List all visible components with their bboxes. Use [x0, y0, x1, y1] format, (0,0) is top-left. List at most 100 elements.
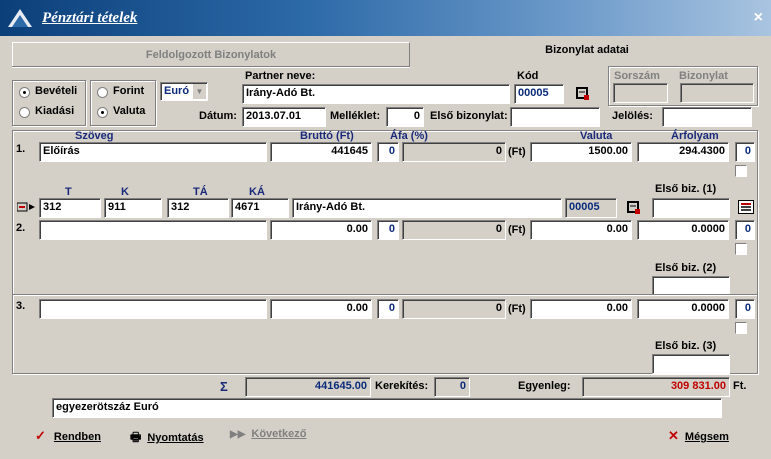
partner-code-input[interactable]: 00005 — [514, 84, 564, 104]
balance-currency: Ft. — [733, 380, 747, 392]
income-label: Bevételi — [35, 85, 78, 97]
row2-text-input[interactable] — [39, 220, 267, 240]
next-button-label: Következő — [251, 428, 307, 440]
rate-column-header: Árfolyam — [671, 130, 719, 142]
partner-name-input[interactable]: Irány-Adó Bt. — [242, 84, 510, 104]
tab-processed-label: Feldolgozott Bizonylatok — [145, 49, 277, 61]
close-button[interactable]: × — [754, 9, 763, 27]
row2-checkbox[interactable] — [735, 243, 747, 255]
amount-in-words: egyezerötszáz Euró — [52, 398, 722, 418]
income-radio[interactable] — [19, 87, 30, 98]
row1-count: 0 — [735, 142, 755, 162]
row2-rate-input[interactable]: 0.0000 — [637, 220, 729, 240]
row1-valuta-input[interactable]: 1500.00 — [530, 142, 632, 162]
row3-vat-amount: 0 — [402, 299, 506, 319]
ok-button[interactable]: ✓ Rendben — [35, 428, 101, 444]
first-biz-2-input[interactable] — [652, 276, 730, 296]
row1-ft-label: (Ft) — [508, 146, 526, 158]
row2-ft-label: (Ft) — [508, 224, 526, 236]
valuta-label: Valuta — [113, 105, 146, 117]
next-button[interactable]: ▶▶ Következő — [230, 428, 306, 440]
balance-label: Egyenleg: — [518, 380, 571, 392]
ok-button-label: Rendben — [53, 431, 101, 443]
date-label: Dátum: — [199, 110, 237, 122]
date-input[interactable]: 2013.07.01 — [242, 107, 326, 127]
mark-label: Jelölés: — [612, 110, 653, 122]
row-separator — [13, 294, 757, 296]
checkmark-icon: ✓ — [35, 428, 46, 443]
print-button[interactable]: 🖶 Nyomtatás — [130, 428, 204, 449]
cancel-button-label: Mégsem — [684, 431, 729, 443]
partner-name-label: Partner neve: — [245, 70, 316, 82]
row2-gross-input[interactable]: 0.00 — [270, 220, 372, 240]
currency-select[interactable]: Euró ▼ — [160, 82, 208, 101]
row2-vat-amount: 0 — [402, 220, 506, 240]
row-number: 2. — [16, 222, 26, 234]
account-ka-input[interactable]: 4671 — [231, 198, 289, 218]
row2-vat-input[interactable]: 0 — [377, 220, 399, 240]
row3-vat-input[interactable]: 0 — [377, 299, 399, 319]
row1-gross-input[interactable]: 441645 — [270, 142, 372, 162]
row1-checkbox[interactable] — [735, 165, 747, 177]
ka-header: KÁ — [249, 186, 265, 198]
first-biz-1-input[interactable] — [652, 198, 730, 218]
row3-gross-input[interactable]: 0.00 — [270, 299, 372, 319]
partner-code-label: Kód — [517, 70, 539, 82]
serial-label: Sorszám — [614, 70, 660, 82]
row3-count: 0 — [735, 299, 755, 319]
row1-vat-amount: 0 — [402, 142, 506, 162]
first-biz-3-input[interactable] — [652, 354, 730, 374]
row3-text-input[interactable] — [39, 299, 267, 319]
row3-valuta-input[interactable]: 0.00 — [530, 299, 632, 319]
account-t-input[interactable]: 312 — [39, 198, 101, 218]
list-icon[interactable] — [738, 200, 754, 214]
gross-column-header: Bruttó (Ft) — [300, 130, 354, 142]
close-icon: ✕ — [668, 428, 679, 443]
next-icon: ▶▶ — [230, 429, 246, 440]
document-input — [680, 83, 754, 103]
partner-lookup-icon[interactable] — [575, 86, 591, 102]
vat-column-header: Áfa (%) — [390, 130, 428, 142]
total-sum: 441645.00 — [245, 377, 371, 397]
title-bar: Pénztári tételek × — [0, 0, 771, 36]
serial-input — [613, 83, 668, 103]
row2-valuta-input[interactable]: 0.00 — [530, 220, 632, 240]
mark-input[interactable] — [662, 107, 752, 127]
first-biz-3-label: Első biz. (3) — [655, 340, 717, 352]
rounding-label: Kerekítés: — [375, 380, 429, 392]
valuta-radio[interactable] — [97, 107, 108, 118]
tab-separator — [12, 66, 410, 68]
row2-count: 0 — [735, 220, 755, 240]
expense-label: Kiadási — [35, 105, 75, 117]
row-number: 1. — [16, 143, 26, 155]
text-column-header: Szöveg — [75, 130, 114, 142]
account-k-input[interactable]: 911 — [104, 198, 162, 218]
tab-document-details[interactable]: Bizonylat adatai — [410, 38, 764, 66]
tab-processed-documents[interactable]: Feldolgozott Bizonylatok — [12, 42, 410, 66]
row1-rate-input[interactable]: 294.4300 — [637, 142, 729, 162]
account-partner-code: 00005 — [565, 198, 617, 218]
attachment-input[interactable]: 0 — [386, 107, 424, 127]
valuta-column-header: Valuta — [580, 130, 613, 142]
cash-items-window: Pénztári tételek × Feldolgozott Bizonyla… — [0, 0, 771, 459]
account-ta-input[interactable]: 312 — [167, 198, 229, 218]
row3-rate-input[interactable]: 0.0000 — [637, 299, 729, 319]
first-document-label: Első bizonylat: — [430, 110, 508, 122]
window-title: Pénztári tételek — [42, 10, 138, 26]
row3-checkbox[interactable] — [735, 322, 747, 334]
k-header: K — [121, 186, 129, 198]
attachment-label: Melléklet: — [330, 110, 381, 122]
first-biz-1-label: Első biz. (1) — [655, 183, 717, 195]
row1-text-input[interactable]: Előírás — [39, 142, 267, 162]
account-toggle-icon[interactable] — [17, 202, 37, 212]
sigma-symbol: Σ — [220, 379, 228, 394]
app-logo-icon — [8, 9, 32, 27]
cancel-button[interactable]: ✕ Mégsem — [668, 428, 729, 444]
first-document-input[interactable] — [510, 107, 600, 127]
expense-radio[interactable] — [19, 107, 30, 118]
ta-header: TÁ — [193, 186, 208, 198]
forint-radio[interactable] — [97, 87, 108, 98]
account-partner-input[interactable]: Irány-Adó Bt. — [292, 198, 562, 218]
row1-vat-input[interactable]: 0 — [377, 142, 399, 162]
account-partner-lookup-icon[interactable] — [626, 200, 642, 216]
